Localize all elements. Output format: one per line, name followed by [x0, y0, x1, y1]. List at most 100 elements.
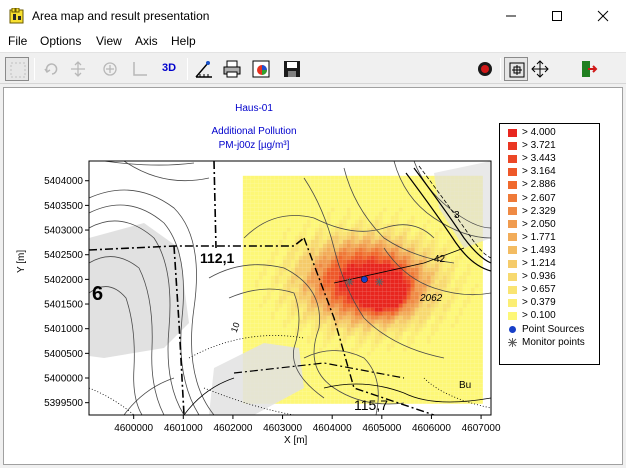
- heat-cell: [438, 323, 443, 328]
- heat-cell: [270, 303, 275, 308]
- heat-cell: [294, 395, 299, 400]
- heat-cell: [262, 203, 267, 208]
- monitor-point-icon: [508, 338, 517, 348]
- monitor-point[interactable]: [345, 277, 354, 286]
- heat-cell: [294, 199, 299, 204]
- heat-cell: [278, 195, 283, 200]
- maximize-button[interactable]: [534, 0, 580, 32]
- menu-axis[interactable]: Axis: [135, 34, 158, 48]
- heat-cell: [310, 323, 315, 328]
- heat-cell: [394, 203, 399, 208]
- heat-cell: [422, 215, 427, 220]
- heat-cell: [470, 391, 475, 396]
- heat-cell: [302, 331, 307, 336]
- heat-cell: [386, 279, 391, 284]
- zoom-button[interactable]: [98, 57, 122, 81]
- print-button[interactable]: [220, 57, 244, 81]
- heat-cell: [366, 251, 371, 256]
- fit-view-button[interactable]: [504, 57, 528, 81]
- legend-swatch: [508, 207, 517, 216]
- heat-cell: [298, 299, 303, 304]
- heat-cell: [286, 263, 291, 268]
- heat-cell: [422, 231, 427, 236]
- heat-cell: [326, 339, 331, 344]
- point-source[interactable]: [360, 275, 368, 283]
- heat-cell: [314, 175, 319, 180]
- heat-cell: [414, 319, 419, 324]
- heat-cell: [434, 243, 439, 248]
- heat-cell: [442, 271, 447, 276]
- heat-cell: [414, 207, 419, 212]
- heat-cell: [406, 279, 411, 284]
- heat-cell: [410, 335, 415, 340]
- map-layer: [89, 161, 491, 415]
- heat-cell: [354, 235, 359, 240]
- map-canvas[interactable]: Haus-01 Additional Pollution PM-j00z [µg…: [3, 87, 623, 465]
- heat-cell: [246, 179, 251, 184]
- heat-cell: [474, 271, 479, 276]
- heat-cell: [310, 299, 315, 304]
- heat-cell: [418, 311, 423, 316]
- 3d-button[interactable]: 3D: [162, 62, 176, 74]
- heat-cell: [406, 371, 411, 376]
- heat-cell: [314, 259, 319, 264]
- heat-cell: [242, 247, 247, 252]
- heat-cell: [446, 363, 451, 368]
- heat-cell: [290, 259, 295, 264]
- rotate-button[interactable]: [40, 57, 64, 81]
- heat-cell: [446, 255, 451, 260]
- heat-cell: [286, 255, 291, 260]
- save-button[interactable]: [280, 57, 304, 81]
- heat-cell: [426, 279, 431, 284]
- heat-cell: [378, 243, 383, 248]
- heat-cell: [242, 267, 247, 272]
- export-image-button[interactable]: [249, 57, 273, 81]
- record-button[interactable]: [473, 57, 497, 81]
- minimize-button[interactable]: [488, 0, 534, 32]
- measure-button[interactable]: [192, 57, 216, 81]
- menu-view[interactable]: View: [96, 34, 122, 48]
- heat-cell: [294, 267, 299, 272]
- heat-cell: [446, 327, 451, 332]
- full-extent-button[interactable]: [528, 57, 552, 81]
- menu-options[interactable]: Options: [40, 34, 81, 48]
- menu-help[interactable]: Help: [171, 34, 196, 48]
- heat-cell: [266, 275, 271, 280]
- heat-cell: [302, 203, 307, 208]
- heat-cell: [326, 319, 331, 324]
- heat-cell: [462, 343, 467, 348]
- heat-cell: [450, 319, 455, 324]
- heat-cell: [282, 175, 287, 180]
- heat-cell: [310, 315, 315, 320]
- heat-cell: [282, 231, 287, 236]
- heat-cell: [394, 291, 399, 296]
- exit-button[interactable]: [576, 57, 600, 81]
- heat-cell: [294, 215, 299, 220]
- heat-cell: [330, 191, 335, 196]
- heat-cell: [390, 199, 395, 204]
- select-tool-button[interactable]: [5, 57, 29, 81]
- heat-cell: [398, 363, 403, 368]
- heat-cell: [354, 347, 359, 352]
- heat-cell: [254, 199, 259, 204]
- legend-label: > 2.329: [522, 205, 556, 217]
- heat-cell: [386, 367, 391, 372]
- move-button[interactable]: [66, 57, 90, 81]
- heat-cell: [394, 195, 399, 200]
- heat-cell: [338, 183, 343, 188]
- heat-cell: [442, 343, 447, 348]
- heat-cell: [250, 311, 255, 316]
- heat-cell: [270, 187, 275, 192]
- heat-cell: [294, 235, 299, 240]
- monitor-point[interactable]: [375, 277, 384, 286]
- axis-button[interactable]: [128, 57, 152, 81]
- heat-cell: [478, 267, 483, 272]
- y-tick-label: 5400500: [44, 349, 83, 360]
- heat-cell: [322, 323, 327, 328]
- heat-cell: [430, 359, 435, 364]
- heat-cell: [250, 223, 255, 228]
- menu-file[interactable]: File: [8, 34, 27, 48]
- heat-cell: [338, 367, 343, 372]
- heat-cell: [278, 247, 283, 252]
- close-button[interactable]: [580, 0, 626, 32]
